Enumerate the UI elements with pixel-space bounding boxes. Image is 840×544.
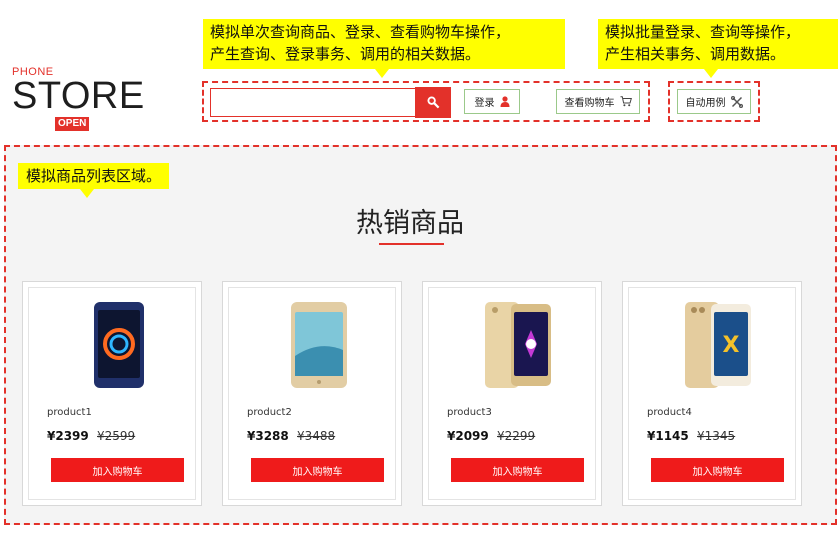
callout-batch-line2: 产生相关事务、调用数据。 bbox=[605, 45, 786, 63]
callout-batch-operations: 模拟批量登录、查询等操作， 产生相关事务、调用数据。 bbox=[598, 19, 838, 78]
user-icon bbox=[500, 96, 509, 107]
add-to-cart-button[interactable]: 加入购物车 bbox=[251, 458, 384, 482]
callout-single-line1: 模拟单次查询商品、登录、查看购物车操作， bbox=[210, 23, 511, 41]
logo-store-text: STORE bbox=[12, 75, 145, 117]
product-card: product3 ¥2099 ¥2299 加入购物车 bbox=[422, 281, 602, 506]
phone-image[interactable] bbox=[79, 300, 159, 390]
store-logo: PHONE STORE OPEN bbox=[12, 66, 144, 136]
product-card: product1 ¥2399 ¥2599 加入购物车 bbox=[22, 281, 202, 506]
product-old-price: ¥1345 bbox=[697, 429, 736, 443]
search-button[interactable] bbox=[415, 87, 451, 118]
section-title: 热销商品 bbox=[356, 208, 464, 239]
login-button-label: 登录 bbox=[474, 98, 495, 109]
phone-image[interactable] bbox=[279, 300, 359, 390]
search-icon bbox=[426, 96, 439, 109]
product-card: X product4 ¥1145 ¥1345 加入购物车 bbox=[622, 281, 802, 506]
view-cart-label: 查看购物车 bbox=[564, 98, 615, 109]
callout-product-list: 模拟商品列表区域。 bbox=[18, 163, 170, 198]
product-card-inner: product1 ¥2399 ¥2599 加入购物车 bbox=[28, 287, 196, 500]
view-cart-button[interactable]: 查看购物车 bbox=[556, 89, 640, 114]
product-price: ¥3288 bbox=[247, 429, 289, 443]
product-name[interactable]: product1 bbox=[47, 407, 92, 418]
add-to-cart-button[interactable]: 加入购物车 bbox=[451, 458, 584, 482]
product-card-inner: X product4 ¥1145 ¥1345 加入购物车 bbox=[628, 287, 796, 500]
product-name[interactable]: product3 bbox=[447, 407, 492, 418]
add-to-cart-button[interactable]: 加入购物车 bbox=[51, 458, 184, 482]
login-button[interactable]: 登录 bbox=[464, 89, 520, 114]
phone-image[interactable] bbox=[479, 300, 559, 390]
search-input[interactable] bbox=[210, 88, 416, 117]
product-name[interactable]: product4 bbox=[647, 407, 692, 418]
phone-image[interactable]: X bbox=[679, 300, 759, 390]
section-title-underline bbox=[379, 243, 444, 245]
logo-open-badge: OPEN bbox=[55, 117, 90, 131]
product-card: product2 ¥3288 ¥3488 加入购物车 bbox=[222, 281, 402, 506]
product-old-price: ¥2299 bbox=[497, 429, 536, 443]
product-price: ¥1145 bbox=[647, 429, 689, 443]
product-card-inner: product2 ¥3288 ¥3488 加入购物车 bbox=[228, 287, 396, 500]
svg-text:X: X bbox=[723, 333, 740, 358]
callout-single-operations: 模拟单次查询商品、登录、查看购物车操作， 产生查询、登录事务、调用的相关数据。 bbox=[203, 19, 565, 78]
product-old-price: ¥2599 bbox=[97, 429, 136, 443]
product-card-inner: product3 ¥2099 ¥2299 加入购物车 bbox=[428, 287, 596, 500]
add-to-cart-button[interactable]: 加入购物车 bbox=[651, 458, 784, 482]
callout-batch-line1: 模拟批量登录、查询等操作， bbox=[605, 23, 801, 41]
product-name[interactable]: product2 bbox=[247, 407, 292, 418]
auto-test-button[interactable]: 自动用例 bbox=[677, 89, 751, 114]
cart-icon bbox=[620, 96, 632, 107]
product-old-price: ¥3488 bbox=[297, 429, 336, 443]
product-price: ¥2099 bbox=[447, 429, 489, 443]
product-price: ¥2399 bbox=[47, 429, 89, 443]
auto-test-label: 自动用例 bbox=[685, 98, 726, 109]
callout-single-line2: 产生查询、登录事务、调用的相关数据。 bbox=[210, 45, 481, 63]
tools-icon bbox=[730, 95, 743, 108]
